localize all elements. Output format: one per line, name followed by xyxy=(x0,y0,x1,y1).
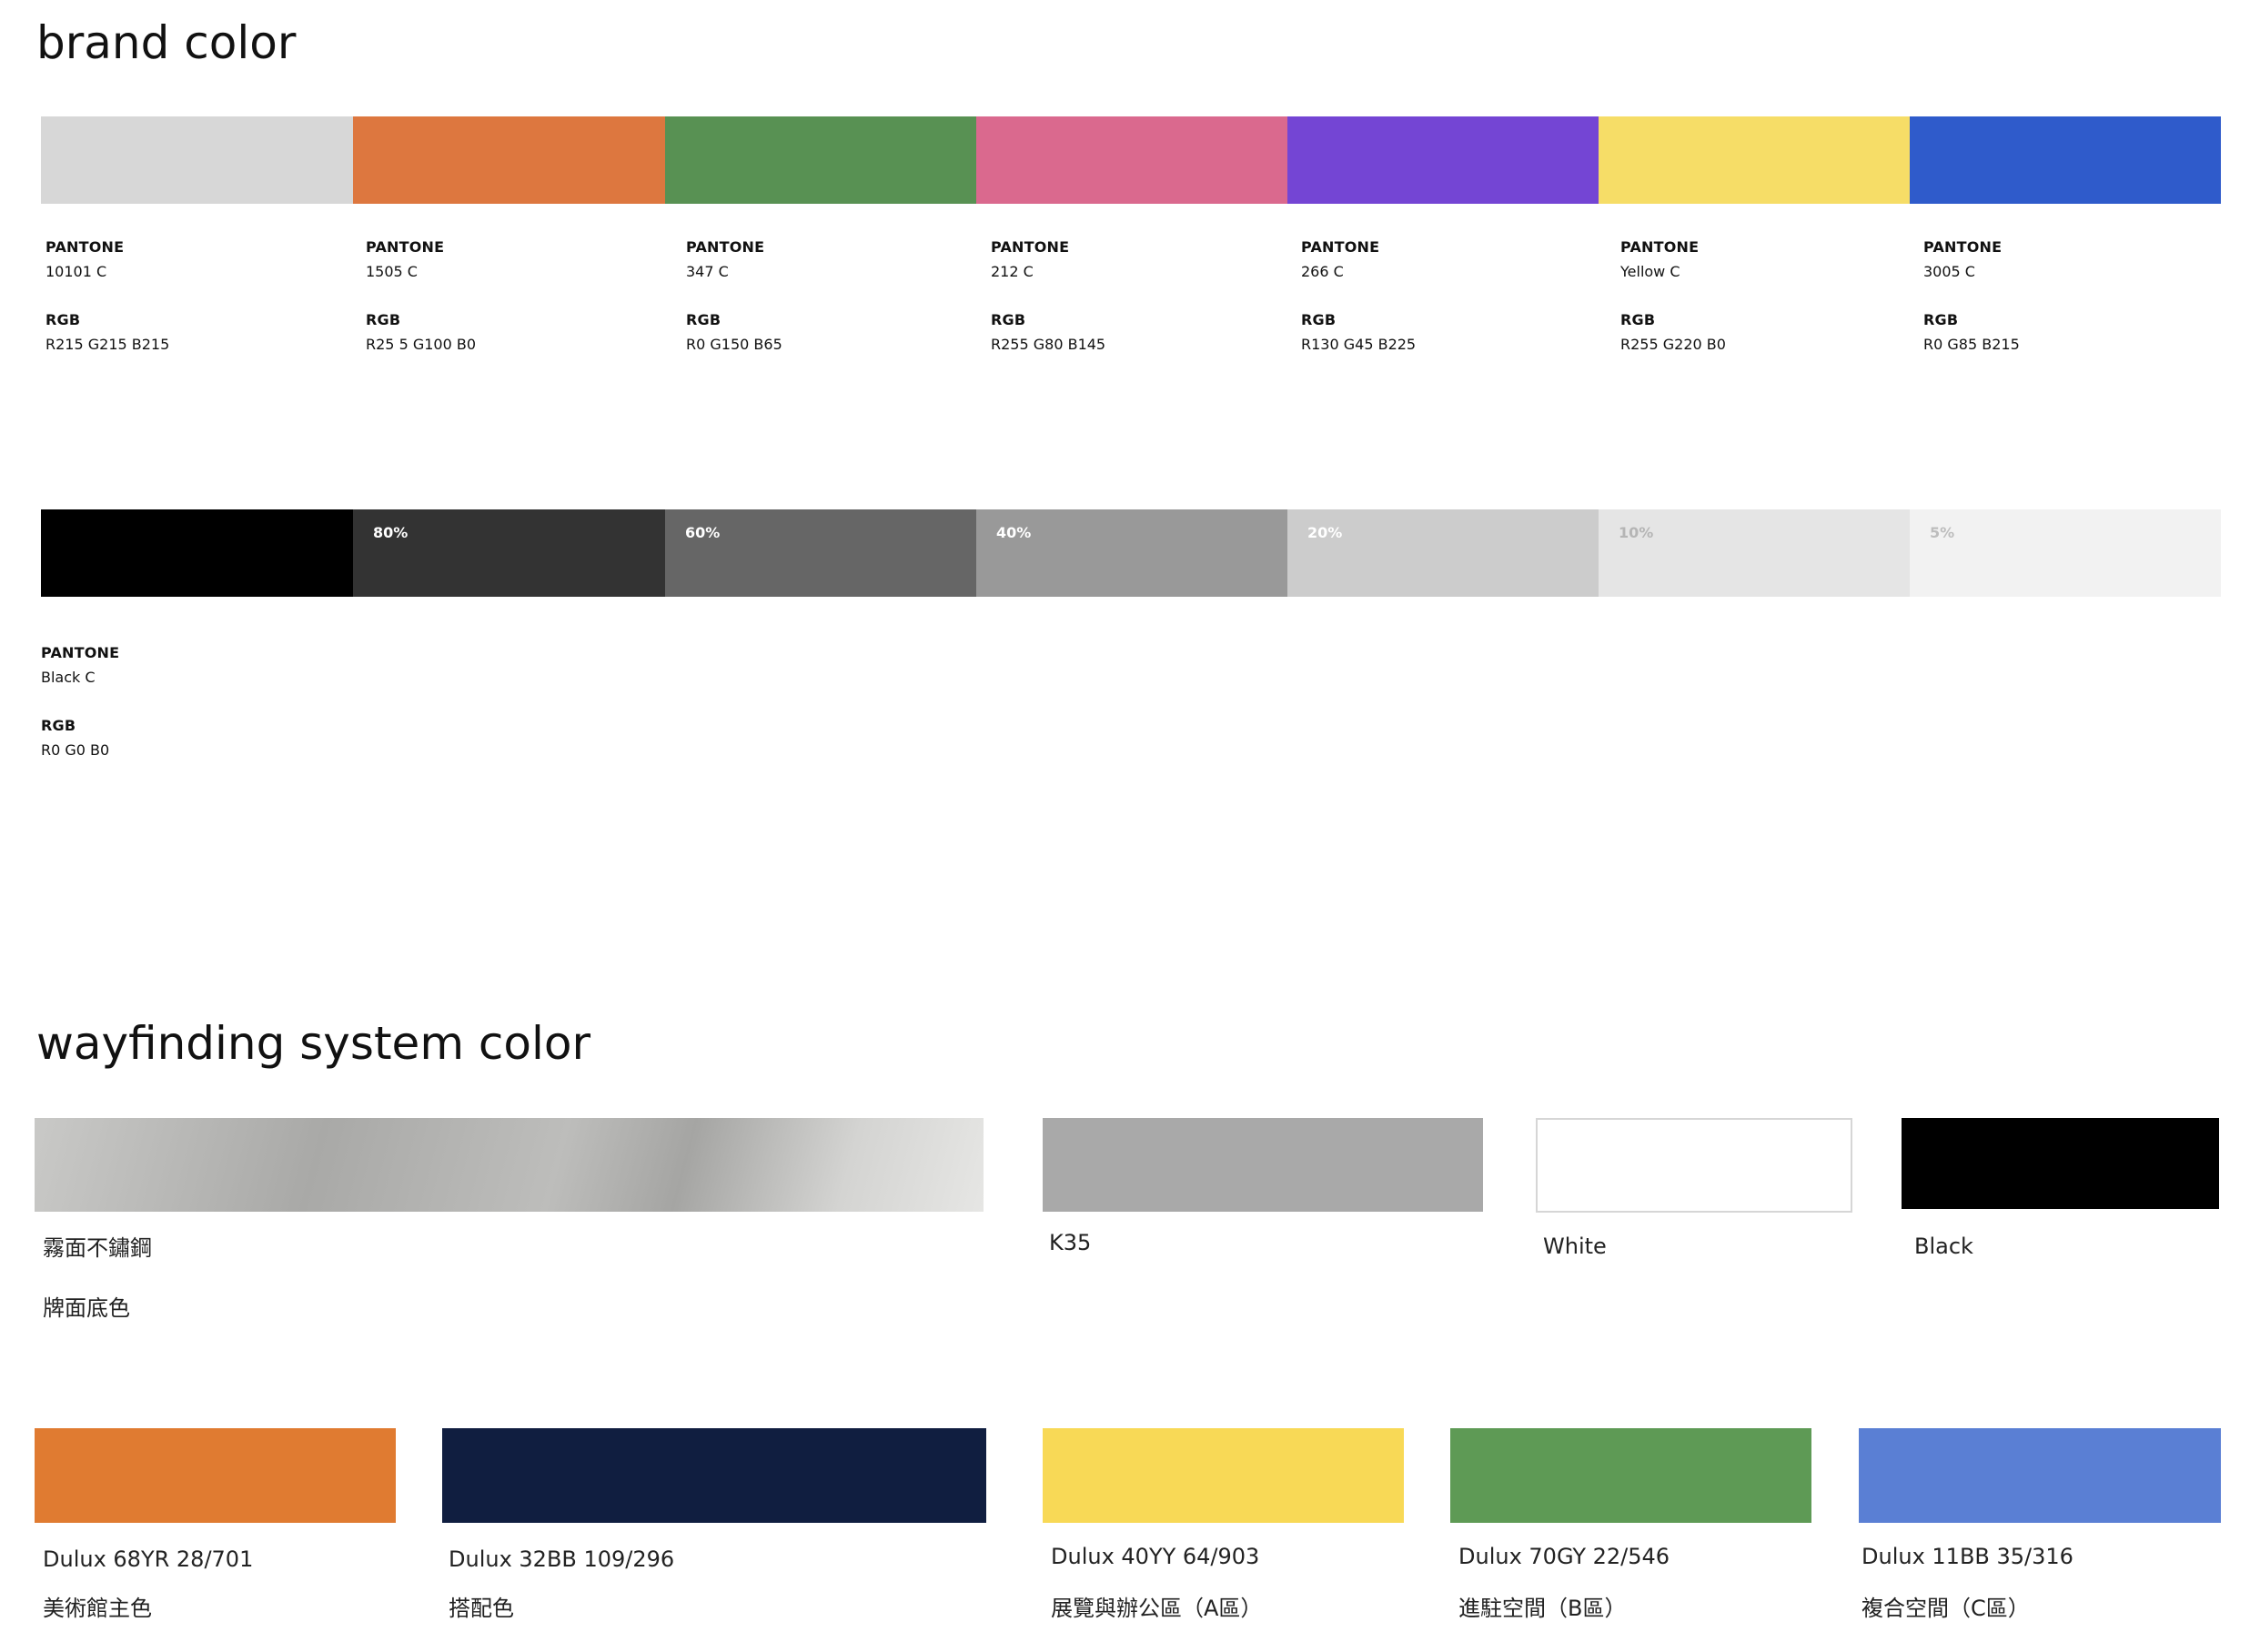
pantone-value: 212 C xyxy=(991,263,1034,280)
dulux-name: Dulux 70GY 22/546 xyxy=(1458,1544,1670,1569)
tint-label: 60% xyxy=(685,524,721,541)
tint-swatch-3: 60% xyxy=(665,509,976,597)
brand-swatch-3 xyxy=(665,116,976,204)
dulux-swatch-4 xyxy=(1450,1428,1811,1523)
pantone-label: PANTONE xyxy=(45,238,125,256)
pantone-label: PANTONE xyxy=(1301,238,1380,256)
k35-label: K35 xyxy=(1049,1230,1092,1255)
rgb-label: RGB xyxy=(1301,311,1337,328)
black-pantone-value: Black C xyxy=(41,669,96,686)
tint-label: 20% xyxy=(1307,524,1343,541)
rgb-value: R255 G220 B0 xyxy=(1620,336,1726,353)
dulux-swatch-3 xyxy=(1043,1428,1404,1523)
brand-swatch-7 xyxy=(1910,116,2221,204)
pantone-value: 3005 C xyxy=(1923,263,1975,280)
pantone-value: 266 C xyxy=(1301,263,1344,280)
tint-swatch-5: 20% xyxy=(1287,509,1599,597)
tint-label: 5% xyxy=(1930,524,1955,541)
dulux-swatch-5 xyxy=(1859,1428,2221,1523)
tint-label: 40% xyxy=(996,524,1032,541)
stainless-steel-label: 霧面不鏽鋼 xyxy=(43,1235,152,1261)
tint-swatch-7: 5% xyxy=(1910,509,2221,597)
tint-label: 10% xyxy=(1619,524,1654,541)
dulux-sub: 展覽與辦公區（A區） xyxy=(1051,1596,1263,1621)
tint-swatch-1 xyxy=(41,509,353,597)
pantone-value: 1505 C xyxy=(366,263,418,280)
rgb-label: RGB xyxy=(991,311,1026,328)
dulux-name: Dulux 40YY 64/903 xyxy=(1051,1544,1260,1569)
pantone-value: 10101 C xyxy=(45,263,107,280)
dulux-name: Dulux 32BB 109/296 xyxy=(449,1546,675,1572)
rgb-value: R0 G85 B215 xyxy=(1923,336,2020,353)
tint-swatch-2: 80% xyxy=(353,509,665,597)
dulux-name: Dulux 11BB 35/316 xyxy=(1861,1544,2073,1569)
rgb-label: RGB xyxy=(1620,311,1656,328)
tint-swatch-4: 40% xyxy=(976,509,1287,597)
tint-label: 80% xyxy=(373,524,409,541)
brand-color-title: brand color xyxy=(36,16,297,69)
rgb-label: RGB xyxy=(1923,311,1959,328)
dulux-sub: 複合空間（C區） xyxy=(1861,1596,2030,1621)
black-pantone-label: PANTONE xyxy=(41,644,120,661)
black-rgb-value: R0 G0 B0 xyxy=(41,741,110,759)
stainless-steel-sub: 牌面底色 xyxy=(43,1295,130,1321)
pantone-label: PANTONE xyxy=(1620,238,1700,256)
pantone-value: Yellow C xyxy=(1620,263,1680,280)
black-rgb-label: RGB xyxy=(41,717,76,734)
brand-swatch-4 xyxy=(976,116,1287,204)
k35-swatch xyxy=(1043,1118,1483,1212)
rgb-label: RGB xyxy=(366,311,401,328)
pantone-label: PANTONE xyxy=(366,238,445,256)
black-swatch xyxy=(1902,1118,2219,1209)
rgb-value: R255 G80 B145 xyxy=(991,336,1106,353)
dulux-name: Dulux 68YR 28/701 xyxy=(43,1546,254,1572)
dulux-swatch-2 xyxy=(442,1428,986,1523)
wayfinding-title: wayfinding system color xyxy=(36,1017,591,1070)
brand-swatch-5 xyxy=(1287,116,1599,204)
pantone-value: 347 C xyxy=(686,263,729,280)
dulux-sub: 進駐空間（B區） xyxy=(1458,1596,1627,1621)
pantone-label: PANTONE xyxy=(991,238,1070,256)
brand-swatch-1 xyxy=(41,116,353,204)
dulux-sub: 搭配色 xyxy=(449,1596,514,1621)
rgb-value: R215 G215 B215 xyxy=(45,336,170,353)
black-label: Black xyxy=(1914,1234,1973,1259)
rgb-value: R0 G150 B65 xyxy=(686,336,782,353)
rgb-label: RGB xyxy=(45,311,81,328)
pantone-label: PANTONE xyxy=(1923,238,2003,256)
pantone-label: PANTONE xyxy=(686,238,765,256)
rgb-value: R130 G45 B225 xyxy=(1301,336,1417,353)
rgb-label: RGB xyxy=(686,311,721,328)
dulux-swatch-1 xyxy=(35,1428,396,1523)
brand-swatch-2 xyxy=(353,116,665,204)
white-swatch xyxy=(1536,1118,1852,1213)
white-label: White xyxy=(1543,1234,1607,1259)
brand-swatch-6 xyxy=(1599,116,1910,204)
stainless-steel-swatch xyxy=(35,1118,984,1212)
tint-swatch-6: 10% xyxy=(1599,509,1910,597)
rgb-value: R25 5 G100 B0 xyxy=(366,336,477,353)
dulux-sub: 美術館主色 xyxy=(43,1596,152,1621)
